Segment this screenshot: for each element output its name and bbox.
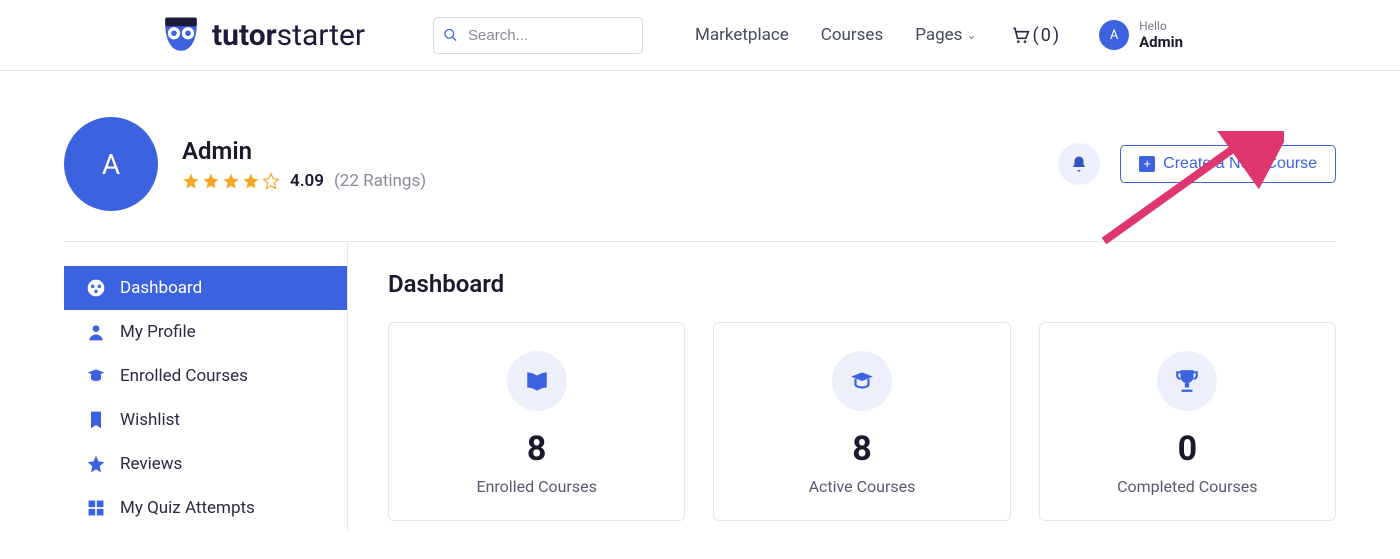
user-name: Admin [1139, 33, 1183, 51]
header: tutorstarter Marketplace Courses Pages ⌄… [0, 0, 1400, 71]
body-row: Dashboard My Profile Enrolled Courses Wi… [64, 242, 1336, 530]
owl-icon [160, 14, 202, 56]
nav-courses-label: Courses [821, 25, 883, 45]
book-icon [524, 368, 550, 394]
sidebar-item-label: My Profile [120, 322, 196, 342]
user-greeting: Hello [1139, 19, 1183, 33]
trophy-icon [1174, 368, 1200, 394]
sidebar-item-label: Reviews [120, 454, 182, 474]
nav-marketplace-label: Marketplace [695, 25, 789, 45]
rating-count: (22 Ratings) [334, 171, 426, 191]
top-nav: Marketplace Courses Pages ⌄ (0) A Hello … [695, 19, 1183, 51]
plus-icon: + [1139, 156, 1155, 172]
sidebar-item-wishlist[interactable]: Wishlist [64, 398, 347, 442]
nav-pages[interactable]: Pages ⌄ [915, 25, 976, 45]
star-icon [202, 172, 220, 190]
card-value: 8 [399, 429, 674, 469]
cart-count: 0 [1041, 25, 1051, 46]
sidebar-item-label: Dashboard [120, 278, 202, 298]
cart-count-prefix: ( [1033, 25, 1039, 46]
nav-pages-label: Pages [915, 25, 962, 45]
card-active: 8 Active Courses [713, 322, 1010, 521]
card-label: Active Courses [724, 477, 999, 496]
rating-value: 4.09 [290, 171, 324, 191]
logo-text-bold: tutor [212, 18, 277, 53]
nav-courses[interactable]: Courses [821, 25, 883, 45]
sidebar-item-label: Wishlist [120, 410, 180, 430]
create-course-button[interactable]: + Create a New Course [1120, 145, 1336, 183]
profile-name: Admin [182, 137, 426, 165]
chevron-down-icon: ⌄ [966, 28, 976, 42]
cart-count-suffix: ) [1053, 25, 1059, 46]
star-empty-icon [262, 172, 280, 190]
container: A Admin 4.09 (22 Ratings) + Cr [0, 71, 1400, 530]
user-text: Hello Admin [1139, 19, 1183, 51]
avatar-small: A [1099, 20, 1129, 50]
rating-row: 4.09 (22 Ratings) [182, 171, 426, 191]
sidebar-item-dashboard[interactable]: Dashboard [64, 266, 347, 310]
search-icon [443, 28, 458, 43]
bookmark-icon [86, 410, 106, 430]
card-icon-wrap [832, 351, 892, 411]
card-value: 0 [1050, 429, 1325, 469]
search-wrap [433, 17, 643, 54]
stat-cards: 8 Enrolled Courses 8 Active Courses 0 Co… [388, 322, 1336, 521]
card-label: Completed Courses [1050, 477, 1325, 496]
bell-icon [1070, 155, 1088, 173]
stars [182, 172, 280, 190]
graduation-cap-icon [86, 366, 106, 386]
dashboard-icon [86, 278, 106, 298]
main: Dashboard 8 Enrolled Courses 8 Active Co… [348, 242, 1336, 530]
profile-info: Admin 4.09 (22 Ratings) [182, 137, 426, 191]
cart-icon [1009, 25, 1031, 45]
card-icon-wrap [1157, 351, 1217, 411]
sidebar-item-label: Enrolled Courses [120, 366, 248, 386]
cart-link[interactable]: (0) [1009, 25, 1060, 46]
card-icon-wrap [507, 351, 567, 411]
avatar-large: A [64, 117, 158, 211]
sidebar-item-enrolled[interactable]: Enrolled Courses [64, 354, 347, 398]
sidebar-item-profile[interactable]: My Profile [64, 310, 347, 354]
search-input[interactable] [433, 17, 643, 54]
star-icon [182, 172, 200, 190]
star-icon [242, 172, 260, 190]
profile-actions: + Create a New Course [1058, 143, 1336, 185]
nav-marketplace[interactable]: Marketplace [695, 25, 789, 45]
create-course-label: Create a New Course [1163, 155, 1317, 173]
profile-row: A Admin 4.09 (22 Ratings) + Cr [64, 71, 1336, 242]
page-title: Dashboard [388, 270, 1336, 298]
card-value: 8 [724, 429, 999, 469]
sidebar: Dashboard My Profile Enrolled Courses Wi… [64, 242, 348, 530]
card-enrolled: 8 Enrolled Courses [388, 322, 685, 521]
star-icon [222, 172, 240, 190]
user-menu[interactable]: A Hello Admin [1099, 19, 1183, 51]
sidebar-item-reviews[interactable]: Reviews [64, 442, 347, 486]
logo-text-light: starter [277, 18, 365, 53]
logo[interactable]: tutorstarter [160, 14, 365, 56]
notifications-button[interactable] [1058, 143, 1100, 185]
card-label: Enrolled Courses [399, 477, 674, 496]
star-icon [86, 454, 106, 474]
graduation-cap-icon [849, 368, 875, 394]
sidebar-item-quiz[interactable]: My Quiz Attempts [64, 486, 347, 530]
sidebar-item-label: My Quiz Attempts [120, 498, 255, 518]
card-completed: 0 Completed Courses [1039, 322, 1336, 521]
user-icon [86, 322, 106, 342]
quiz-icon [86, 498, 106, 518]
